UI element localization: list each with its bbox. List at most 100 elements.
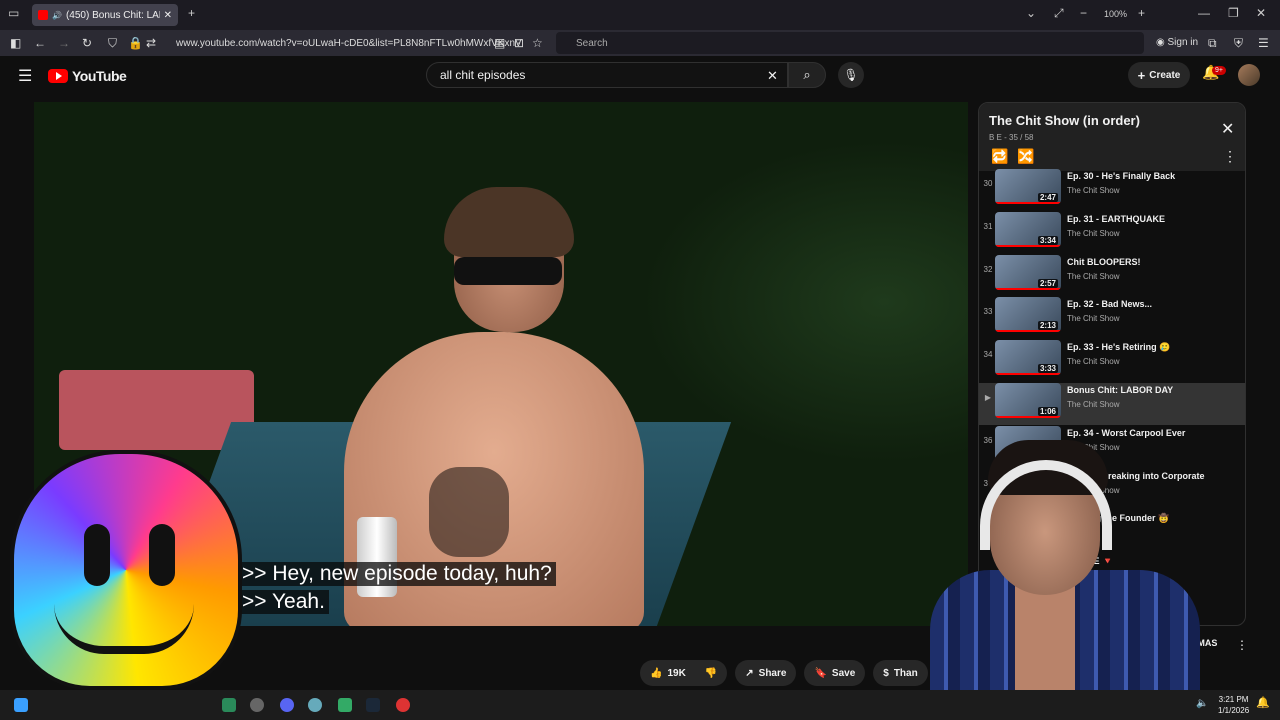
search-placeholder: Search — [576, 37, 608, 49]
shield-icon[interactable]: ⛉ — [108, 36, 117, 51]
ublock-icon[interactable]: ⛨ — [1234, 36, 1243, 51]
playlist-thumbnail[interactable]: 2:47 — [995, 169, 1061, 204]
list-item[interactable]: ▶ 1:06 Bonus Chit: LABOR DAY The Chit Show — [979, 383, 1245, 425]
playlist-thumbnail[interactable]: 3:34 — [995, 211, 1061, 247]
clock-time: 3:21 PM — [1218, 695, 1249, 704]
taskbar-app-icon[interactable] — [222, 698, 236, 712]
video-action-bar: 👍 19K 👎 ↗ Share 🔖 Save $ Than — [640, 660, 928, 686]
permissions-icon[interactable]: ⇄ — [146, 36, 156, 50]
taskbar-app-icon[interactable] — [396, 698, 410, 712]
playlist-item-index: 31 — [983, 221, 993, 231]
playlist-title[interactable]: The Chit Show (in order) — [989, 113, 1140, 128]
chevron-down-icon[interactable]: ⌄ — [1026, 6, 1036, 20]
playlist-item-title: Ep. 31 - EARTHQUAKE — [1067, 213, 1166, 224]
caption-line-1: >> Hey, new episode today, huh? — [238, 562, 556, 586]
clear-search-icon[interactable]: ✕ — [767, 68, 778, 84]
discord-icon[interactable] — [280, 698, 294, 712]
thumbs-up-icon: 👍 — [650, 667, 663, 679]
watched-progress-bar — [995, 202, 1061, 204]
watched-progress-bar — [995, 330, 1061, 333]
menu-icon[interactable]: ☰ — [1258, 36, 1269, 50]
notifications-icon[interactable]: 🔔 — [1256, 696, 1270, 709]
list-item[interactable]: 34 3:33 Ep. 33 - He's Retiring 🥲 The Chit S… — [979, 340, 1245, 382]
speaker-icon[interactable]: 🔈 — [1196, 698, 1208, 709]
playlist-item-title: Ep. 33 - He's Retiring 🥲 — [1067, 342, 1171, 353]
signin-button[interactable]: ◉ Sign in — [1156, 37, 1198, 48]
playlist-subtitle: B E - 35 / 58 — [989, 133, 1034, 142]
bookmark-star-icon[interactable]: ☆ — [532, 36, 543, 50]
sidebar-icon[interactable]: ◧ — [10, 36, 21, 50]
youtube-logo[interactable]: YouTube — [48, 68, 127, 84]
video-frame-hair — [444, 187, 574, 257]
more-vert-icon[interactable]: ⋮ — [1223, 148, 1237, 165]
hamburger-icon[interactable]: ☰ — [18, 66, 32, 86]
window-close-icon[interactable]: ✕ — [1256, 6, 1266, 20]
share-button[interactable]: ↗ Share — [735, 660, 797, 686]
caption-line-2: >> Yeah. — [238, 590, 329, 614]
reload-icon[interactable]: ↻ — [82, 36, 92, 50]
save-label: Save — [831, 667, 856, 679]
playlist-item-title: Chit BLOOPERS! — [1067, 256, 1141, 267]
list-item[interactable]: 32 2:57 Chit BLOOPERS! The Chit Show — [979, 254, 1245, 297]
thumbs-down-icon[interactable]: 👎 — [705, 668, 717, 679]
pip-icon[interactable]: ⊡ — [514, 36, 524, 50]
tab-close-icon[interactable]: ✕ — [164, 10, 172, 21]
webcam-overlay — [910, 440, 1210, 700]
list-item[interactable]: 33 2:13 Ep. 32 - Bad News... The Chit Show — [979, 297, 1245, 339]
zoom-out-icon[interactable]: − — [1080, 6, 1087, 20]
plus-icon: + — [1137, 67, 1146, 83]
watched-progress-bar — [995, 287, 1061, 290]
playlist-item-channel: The Chit Show — [1067, 357, 1120, 367]
lock-icon[interactable]: 🔒 — [128, 36, 143, 50]
more-vert-icon[interactable]: ⋮ — [1236, 638, 1248, 652]
steam-icon[interactable] — [366, 698, 380, 712]
search-button[interactable]: ⌕ — [788, 62, 826, 88]
thanks-icon: $ — [883, 667, 889, 679]
playlist-item-channel: The Chit Show — [1067, 271, 1120, 281]
audio-icon[interactable]: 🔊 — [52, 11, 62, 20]
list-item[interactable]: 31 3:34 Ep. 31 - EARTHQUAKE The Chit Show — [979, 211, 1245, 254]
playlist-thumbnail[interactable]: 1:06 — [995, 383, 1061, 418]
smiley-eye-left — [84, 524, 110, 586]
search-input[interactable]: all chit episodes ✕ — [426, 62, 788, 88]
taskbar-app-icon[interactable] — [250, 698, 264, 712]
windows-start-icon[interactable] — [14, 698, 28, 712]
resize-icon[interactable]: ⤢ — [1054, 6, 1064, 21]
taskbar-app-icon[interactable] — [308, 698, 322, 712]
voice-search-button[interactable]: 🎙 — [838, 62, 864, 88]
url-bar[interactable]: www.youtube.com/watch?v=oULwaH-cDE0&list… — [104, 32, 550, 54]
back-icon[interactable]: ← — [34, 36, 46, 50]
reader-icon[interactable]: ▤ — [494, 36, 505, 50]
browser-tab[interactable]: 🔊 (450) Bonus Chit: LABOR D ✕ — [32, 4, 178, 26]
share-label: Share — [758, 667, 787, 679]
tab-title: (450) Bonus Chit: LABOR D — [65, 9, 160, 21]
playlist-item-title: Ep. 32 - Bad News... — [1067, 299, 1153, 310]
zoom-level: 100% — [1104, 9, 1128, 19]
playlist-thumbnail[interactable]: 2:57 — [995, 254, 1061, 290]
new-tab-icon[interactable]: + — [188, 6, 195, 20]
share-icon: ↗ — [745, 667, 754, 679]
browser-search-box[interactable]: Search — [556, 32, 1144, 54]
loop-icon[interactable]: 🔁 — [991, 148, 1008, 165]
close-icon[interactable]: ✕ — [1221, 119, 1234, 139]
taskbar-app-icon[interactable] — [338, 698, 352, 712]
save-button[interactable]: 🔖 Save — [804, 660, 866, 686]
forward-icon[interactable]: → — [58, 36, 70, 50]
minimize-icon[interactable]: — — [1198, 6, 1210, 20]
playlist-item-title: Bonus Chit: LABOR DAY — [1067, 385, 1174, 395]
playlist-thumbnail[interactable]: 2:13 — [995, 297, 1061, 333]
extensions-icon[interactable]: ⧉ — [1208, 36, 1217, 51]
create-button[interactable]: + Create — [1128, 62, 1190, 88]
taskbar-clock[interactable]: 3:21 PM 1/1/2026 — [1218, 694, 1249, 716]
restore-icon[interactable]: ❐ — [1228, 6, 1239, 20]
playlist-thumbnail[interactable]: 3:33 — [995, 340, 1061, 376]
psychedelic-smiley-overlay — [10, 450, 242, 690]
list-item[interactable]: 30 2:47 Ep. 30 - He's Finally Back The Chit… — [979, 169, 1245, 211]
avatar[interactable] — [1238, 64, 1260, 86]
zoom-in-icon[interactable]: + — [1138, 6, 1145, 20]
playlist-item-index: 33 — [983, 307, 993, 317]
tab-list-icon[interactable]: ▭ — [8, 6, 19, 20]
shuffle-icon[interactable]: 🔀 — [1017, 148, 1034, 165]
like-button[interactable]: 👍 19K 👎 — [640, 660, 728, 686]
smiley-eye-right — [149, 524, 175, 586]
